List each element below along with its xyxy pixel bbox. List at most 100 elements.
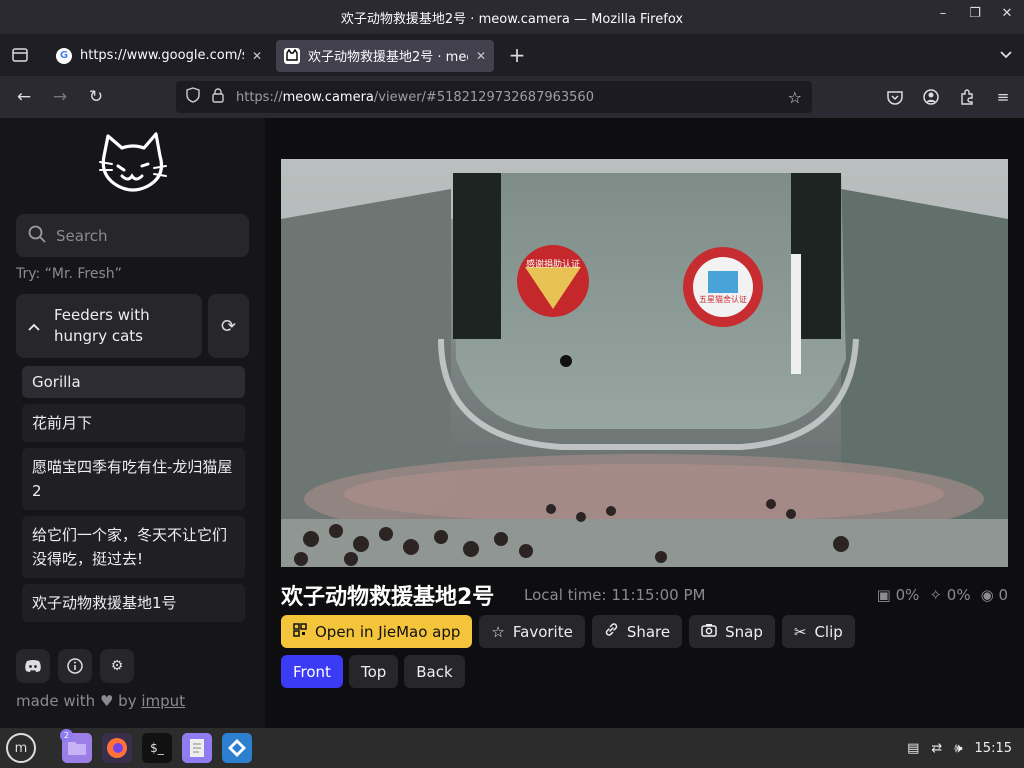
snap-label: Snap bbox=[725, 622, 763, 641]
qr-code-icon bbox=[293, 622, 307, 641]
firefox-app-icon[interactable] bbox=[102, 733, 132, 763]
notes-tray-icon[interactable]: ▤ bbox=[907, 741, 919, 756]
view-top-button[interactable]: Top bbox=[348, 655, 399, 688]
tab-meow-camera[interactable]: 欢子动物救援基地2号 · meow.c ✕ bbox=[276, 39, 494, 72]
chevron-down-icon[interactable] bbox=[1000, 48, 1012, 62]
favorite-label: Favorite bbox=[512, 622, 573, 641]
refresh-icon: ⟳ bbox=[220, 315, 237, 337]
feeders-toggle[interactable]: Feeders with hungry cats bbox=[16, 294, 202, 358]
tab-google[interactable]: G https://www.google.com/se ✕ bbox=[48, 40, 270, 72]
camera-list-item[interactable]: 愿喵宝四季有吃有住-龙归猫屋2 bbox=[22, 448, 245, 510]
system-tray: ▤ ⇄ 🕪 15:15 bbox=[907, 741, 1012, 756]
toolbar-right: ≡ bbox=[880, 81, 1018, 113]
share-label: Share bbox=[626, 622, 671, 641]
url-host: meow.camera bbox=[282, 89, 374, 105]
url-scheme: https:// bbox=[236, 89, 283, 105]
system-taskbar: m 2 $_ ▤ ⇄ 🕪 15:15 bbox=[0, 728, 1024, 768]
tab-title: https://www.google.com/se bbox=[80, 48, 244, 63]
view-back-button[interactable]: Back bbox=[404, 655, 465, 688]
settings-gear-icon[interactable]: ⚙ bbox=[100, 649, 134, 683]
back-arrow-icon[interactable]: ← bbox=[6, 81, 42, 113]
clock[interactable]: 15:15 bbox=[975, 741, 1012, 756]
heart-icon: ♥ bbox=[99, 692, 114, 710]
tab-strip: G https://www.google.com/se ✕ 欢子动物救援基地2号… bbox=[0, 34, 1024, 76]
video-frame: 感谢捐助认证 五星猫舍认证 bbox=[281, 159, 1008, 567]
chevron-up-icon bbox=[28, 316, 40, 337]
window-count-badge: 2 bbox=[60, 729, 73, 742]
shield-icon[interactable] bbox=[186, 87, 200, 107]
close-tab-icon[interactable]: ✕ bbox=[476, 49, 486, 63]
close-tab-icon[interactable]: ✕ bbox=[252, 49, 262, 63]
google-icon: G bbox=[56, 47, 72, 64]
search-input[interactable] bbox=[56, 226, 236, 245]
camera-view-switcher: Front Top Back bbox=[281, 655, 465, 688]
network-disconnected-icon[interactable]: ⇄ bbox=[931, 741, 942, 756]
camera-list: Gorilla 花前月下 愿喵宝四季有吃有住-龙归猫屋2 给它们一个家，冬天不让… bbox=[16, 362, 249, 634]
made-with-credit: made with ♥ by imput bbox=[16, 692, 185, 710]
forward-arrow-icon[interactable]: → bbox=[42, 81, 78, 113]
menu-icon[interactable]: ≡ bbox=[988, 81, 1018, 113]
pocket-icon[interactable] bbox=[880, 81, 910, 113]
link-icon bbox=[604, 622, 619, 641]
close-window-button[interactable]: ✕ bbox=[998, 6, 1016, 21]
terminal-app-icon[interactable]: $_ bbox=[142, 733, 172, 763]
by-text: by bbox=[118, 692, 137, 710]
sticker-2: 五星猫舍认证 bbox=[683, 247, 763, 327]
software-app-icon[interactable] bbox=[222, 733, 252, 763]
search-hint: Try: “Mr. Fresh” bbox=[16, 266, 122, 282]
sidebar-footer-buttons: ⚙ bbox=[16, 649, 134, 683]
camera-list-item[interactable]: 欢子动物救援基地1号 bbox=[22, 584, 245, 622]
action-buttons: Open in JieMao app ☆ Favorite Share Snap… bbox=[281, 615, 855, 648]
treat-stat-value: 0% bbox=[946, 586, 971, 604]
tab-list-icon[interactable] bbox=[0, 34, 40, 76]
minimize-button[interactable]: – bbox=[934, 6, 952, 21]
favorite-button[interactable]: ☆ Favorite bbox=[479, 615, 585, 648]
local-time: Local time: 11:15:00 PM bbox=[524, 586, 706, 604]
imput-link[interactable]: imput bbox=[141, 692, 185, 710]
files-app-icon[interactable]: 2 bbox=[60, 729, 92, 763]
sticker-1-label: 感谢捐助认证 bbox=[526, 258, 580, 270]
eye-icon: ◉ bbox=[980, 586, 994, 604]
meow-camera-logo[interactable] bbox=[98, 132, 168, 196]
camera-list-item[interactable]: 花前月下 bbox=[22, 404, 245, 442]
lock-icon[interactable] bbox=[212, 87, 224, 107]
bookmark-star-icon[interactable]: ☆ bbox=[788, 88, 802, 107]
open-in-app-button[interactable]: Open in JieMao app bbox=[281, 615, 473, 648]
open-in-app-label: Open in JieMao app bbox=[315, 622, 461, 641]
new-tab-button[interactable]: + bbox=[500, 43, 534, 67]
view-front-button[interactable]: Front bbox=[281, 655, 343, 688]
share-button[interactable]: Share bbox=[591, 615, 683, 648]
page-content: Try: “Mr. Fresh” Feeders with hungry cat… bbox=[0, 118, 1024, 728]
made-with-text: made with bbox=[16, 692, 96, 710]
food-stat: ▣ 0% bbox=[877, 586, 920, 604]
info-icon[interactable] bbox=[58, 649, 92, 683]
feeders-label: Feeders with hungry cats bbox=[54, 306, 150, 345]
camera-icon bbox=[701, 623, 717, 641]
refresh-button[interactable]: ⟳ bbox=[208, 294, 249, 358]
extensions-icon[interactable] bbox=[952, 81, 982, 113]
treat-icon: ✧ bbox=[929, 586, 942, 604]
treat-stat: ✧ 0% bbox=[929, 586, 970, 604]
discord-icon[interactable] bbox=[16, 649, 50, 683]
search-icon bbox=[28, 225, 46, 247]
clip-button[interactable]: ✂ Clip bbox=[781, 615, 855, 648]
clip-label: Clip bbox=[814, 622, 843, 641]
navigation-toolbar: ← → ↻ https://meow.camera/viewer/#518212… bbox=[0, 76, 1024, 118]
url-bar[interactable]: https://meow.camera/viewer/#518212973268… bbox=[176, 81, 812, 113]
camera-title: 欢子动物救援基地2号 bbox=[281, 585, 495, 610]
text-editor-app-icon[interactable] bbox=[182, 733, 212, 763]
linux-mint-menu-icon[interactable]: m bbox=[6, 733, 36, 763]
reload-icon[interactable]: ↻ bbox=[78, 81, 114, 113]
viewers-stat: ◉ 0 bbox=[981, 586, 1008, 604]
camera-video-feed[interactable]: 感谢捐助认证 五星猫舍认证 bbox=[281, 159, 1008, 567]
tab-title: 欢子动物救援基地2号 · meow.c bbox=[308, 50, 468, 65]
search-box[interactable] bbox=[16, 214, 249, 257]
volume-icon[interactable]: 🕪 bbox=[954, 741, 962, 756]
restore-button[interactable]: ❐ bbox=[966, 6, 984, 21]
camera-list-item[interactable]: 给它们一个家，冬天不让它们没得吃，挺过去! bbox=[22, 516, 245, 578]
food-bowl-icon: ▣ bbox=[876, 586, 891, 604]
snap-button[interactable]: Snap bbox=[689, 615, 775, 648]
url-path: /viewer/#5182129732687963560 bbox=[373, 89, 594, 105]
account-icon[interactable] bbox=[916, 81, 946, 113]
camera-list-item[interactable]: Gorilla bbox=[22, 366, 245, 398]
